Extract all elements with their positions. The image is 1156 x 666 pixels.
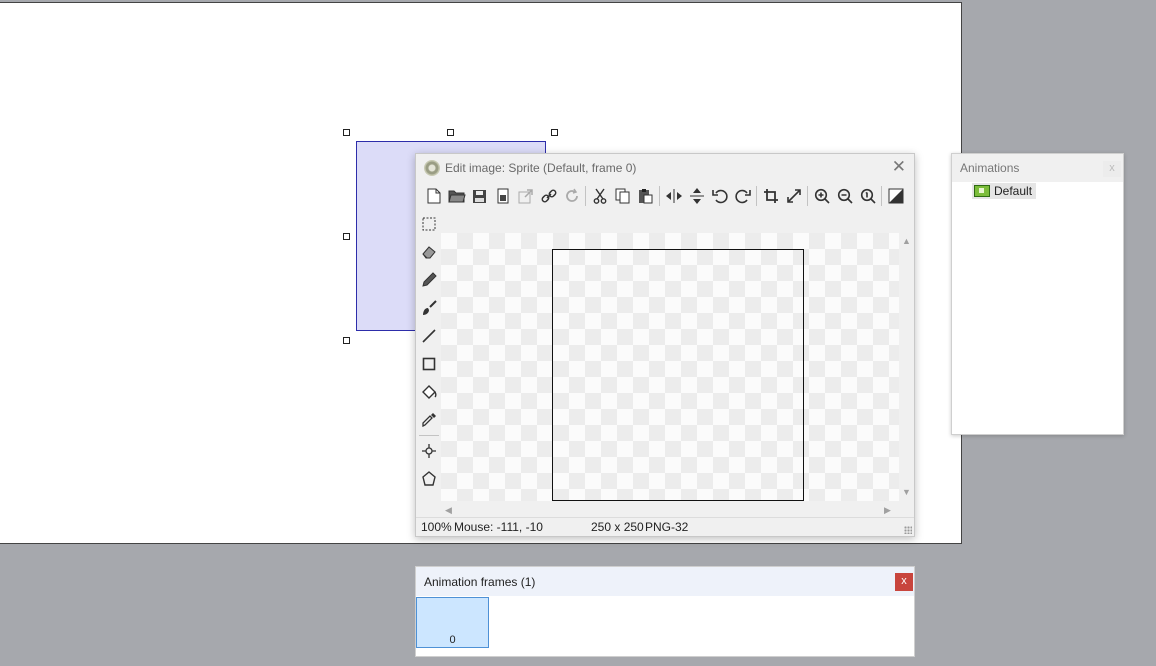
scroll-left-icon[interactable]: ◀: [445, 506, 452, 515]
open-folder-icon[interactable]: [445, 186, 468, 206]
reload-icon[interactable]: [560, 186, 583, 206]
tool-separator: [419, 435, 439, 436]
animation-frames-panel: Animation frames (1) x 0: [415, 566, 915, 657]
image-format: PNG-32: [645, 520, 689, 534]
link-icon[interactable]: [537, 186, 560, 206]
resize-grip-icon[interactable]: [904, 526, 912, 534]
resize-handle-top[interactable]: [447, 129, 454, 136]
horizontal-scrollbar[interactable]: ◀ ▶: [441, 504, 899, 518]
zoom-level: 100%: [421, 520, 452, 534]
fill-bucket-icon[interactable]: [419, 378, 439, 406]
origin-icon[interactable]: [419, 437, 439, 465]
flip-horizontal-icon[interactable]: [662, 186, 685, 206]
new-image-icon[interactable]: [422, 186, 445, 206]
animation-item-default[interactable]: Default: [972, 183, 1037, 199]
rotate-left-icon[interactable]: [708, 186, 731, 206]
toolbar-separator: [756, 186, 757, 206]
resize-icon[interactable]: [782, 186, 805, 206]
window-title: Edit image: Sprite (Default, frame 0): [445, 161, 637, 175]
zoom-reset-icon[interactable]: [856, 186, 879, 206]
color-picker-icon[interactable]: [419, 406, 439, 434]
image-toolbar: [422, 186, 907, 206]
export-icon[interactable]: [514, 186, 537, 206]
drawing-tools: [419, 210, 439, 493]
effects-icon[interactable]: [884, 186, 907, 206]
rectangle-select-icon[interactable]: [419, 210, 439, 238]
image-size: 250 x 250: [591, 520, 644, 534]
animations-panel: Animations x Default: [951, 153, 1124, 435]
toolbar-separator: [659, 186, 660, 206]
status-bar: 100% Mouse: -111, -10 250 x 250 PNG-32: [416, 517, 914, 536]
frames-title: Animation frames (1): [424, 574, 536, 589]
cut-icon[interactable]: [588, 186, 611, 206]
zoom-out-icon[interactable]: [833, 186, 856, 206]
flip-vertical-icon[interactable]: [685, 186, 708, 206]
animations-title: Animations: [960, 161, 1020, 175]
app-icon: [424, 160, 440, 176]
toolbar-separator: [585, 186, 586, 206]
frames-close-button[interactable]: x: [895, 573, 913, 591]
close-icon[interactable]: ✕: [892, 158, 906, 175]
rectangle-icon[interactable]: [419, 350, 439, 378]
resize-handle-bottom-left[interactable]: [343, 337, 350, 344]
animations-close-button[interactable]: x: [1103, 161, 1121, 177]
resize-handle-top-right[interactable]: [551, 129, 558, 136]
zoom-in-icon[interactable]: [810, 186, 833, 206]
animation-label: Default: [994, 184, 1033, 198]
save-icon[interactable]: [468, 186, 491, 206]
scroll-right-icon[interactable]: ▶: [884, 506, 891, 515]
brush-icon[interactable]: [419, 294, 439, 322]
toolbar-separator: [807, 186, 808, 206]
paste-icon[interactable]: [634, 186, 657, 206]
save-as-icon[interactable]: [491, 186, 514, 206]
frame-number: 0: [449, 634, 456, 646]
animations-header[interactable]: Animations x: [952, 154, 1123, 182]
mouse-position: Mouse: -111, -10: [454, 520, 543, 534]
line-icon[interactable]: [419, 322, 439, 350]
toolbar-separator: [881, 186, 882, 206]
frame-thumbnail[interactable]: 0: [416, 597, 489, 648]
vertical-scrollbar[interactable]: ▲ ▼: [899, 233, 914, 501]
collision-polygon-icon[interactable]: [419, 465, 439, 493]
scroll-down-icon[interactable]: ▼: [902, 488, 911, 497]
image-bounds[interactable]: [552, 249, 804, 501]
image-canvas[interactable]: [441, 233, 899, 501]
copy-icon[interactable]: [611, 186, 634, 206]
crop-icon[interactable]: [759, 186, 782, 206]
film-strip-icon: [974, 185, 990, 197]
frames-header[interactable]: Animation frames (1) x: [416, 567, 914, 596]
scroll-up-icon[interactable]: ▲: [902, 237, 911, 246]
eraser-icon[interactable]: [419, 238, 439, 266]
pencil-icon[interactable]: [419, 266, 439, 294]
edit-image-window: Edit image: Sprite (Default, frame 0) ✕: [415, 153, 915, 537]
resize-handle-top-left[interactable]: [343, 129, 350, 136]
title-bar[interactable]: Edit image: Sprite (Default, frame 0) ✕: [416, 154, 914, 182]
resize-handle-left[interactable]: [343, 233, 350, 240]
rotate-right-icon[interactable]: [731, 186, 754, 206]
